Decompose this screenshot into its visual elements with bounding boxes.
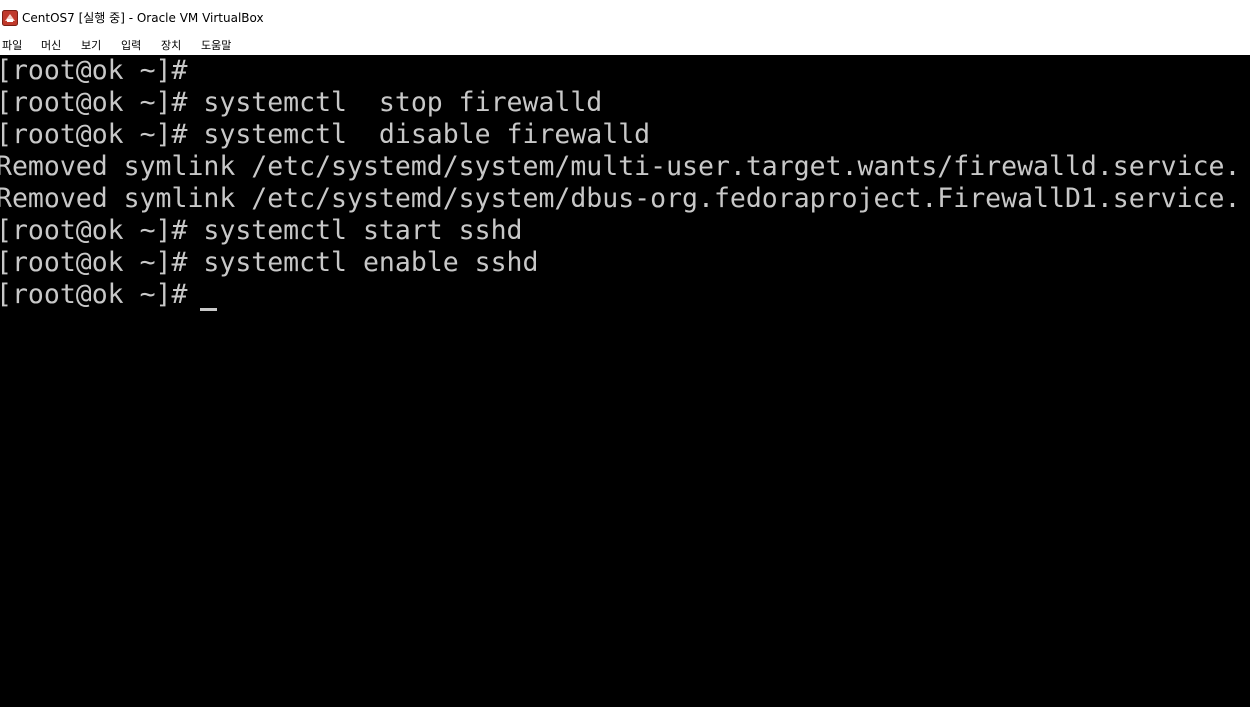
menu-bar: 파일 머신 보기 입력 장치 도움말 — [0, 36, 1250, 55]
menu-input[interactable]: 입력 — [121, 38, 141, 53]
vm-console-screen[interactable]: [root@ok ~]# [root@ok ~]# systemctl stop… — [0, 55, 1250, 707]
text-cursor — [200, 308, 217, 311]
menu-help[interactable]: 도움말 — [201, 38, 231, 53]
virtualbox-icon — [2, 10, 18, 26]
menu-file[interactable]: 파일 — [2, 38, 22, 53]
console-line: [root@ok ~]# — [0, 55, 188, 86]
menu-devices[interactable]: 장치 — [161, 38, 181, 53]
console-line: [root@ok ~]# systemctl start sshd — [0, 215, 523, 246]
console-line: [root@ok ~]# systemctl disable firewalld — [0, 119, 651, 150]
title-bar[interactable]: CentOS7 [실행 중] - Oracle VM VirtualBox — [0, 0, 1250, 37]
menu-view[interactable]: 보기 — [81, 38, 101, 53]
virtualbox-window: CentOS7 [실행 중] - Oracle VM VirtualBox 파일… — [0, 0, 1250, 707]
console-line: [root@ok ~]# systemctl enable sshd — [0, 247, 539, 278]
menu-machine[interactable]: 머신 — [41, 38, 61, 53]
console-line: Removed symlink /etc/systemd/system/mult… — [0, 151, 1241, 182]
console-line: Removed symlink /etc/systemd/system/dbus… — [0, 183, 1241, 214]
console-line: [root@ok ~]# — [0, 279, 188, 310]
console-line: [root@ok ~]# systemctl stop firewalld — [0, 87, 603, 118]
window-title: CentOS7 [실행 중] - Oracle VM VirtualBox — [22, 11, 264, 25]
